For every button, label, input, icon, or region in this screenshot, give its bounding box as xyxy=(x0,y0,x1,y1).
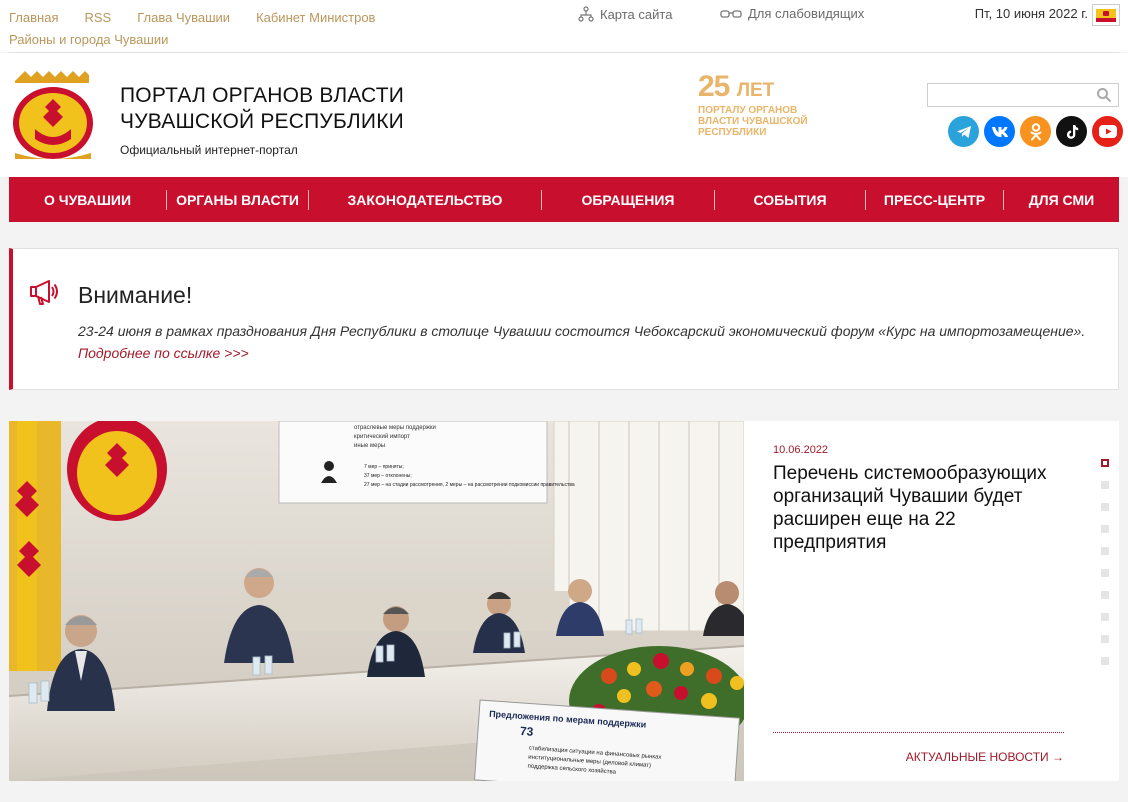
anniversary-line-3: РЕСПУБЛИКИ xyxy=(698,127,767,138)
news-title-link[interactable]: Перечень системообразующих организаций Ч… xyxy=(773,462,1064,554)
slider-dot[interactable] xyxy=(1101,569,1109,577)
news-date: 10.06.2022 xyxy=(773,444,829,456)
site-title-line-1: ПОРТАЛ ОРГАНОВ ВЛАСТИ xyxy=(120,84,405,107)
nav-item-authorities[interactable]: ОРГАНЫ ВЛАСТИ xyxy=(167,177,308,222)
top-links: Главная RSS Глава Чувашии Кабинет Министров… xyxy=(9,7,409,51)
telegram-icon[interactable] xyxy=(948,116,979,147)
sitemap-label: Карта сайта xyxy=(600,6,673,22)
top-link-home[interactable]: Главная xyxy=(9,7,58,29)
screen-bottom-number: 73 xyxy=(520,724,535,739)
actual-news-link[interactable]: АКТУАЛЬНЫЕ НОВОСТИ → xyxy=(906,750,1064,764)
notice-heading: Внимание! xyxy=(78,282,193,308)
slider-pagination xyxy=(1101,459,1110,679)
anniversary-unit: ЛЕТ xyxy=(736,80,775,101)
chuvash-flag-icon xyxy=(1096,8,1116,22)
top-bar: Главная RSS Глава Чувашии Кабинет Министров… xyxy=(0,0,1128,52)
slider-dot[interactable] xyxy=(1101,459,1109,467)
low-vision-label: Для слабовидящих xyxy=(748,6,865,21)
site-title-line-2: ЧУВАШСКОЙ РЕСПУБЛИКИ xyxy=(120,110,404,133)
sitemap-link[interactable]: Карта сайта xyxy=(578,6,672,22)
slider-dot[interactable] xyxy=(1101,525,1109,533)
megaphone-icon xyxy=(30,280,58,305)
top-link-rss[interactable]: RSS xyxy=(84,7,111,29)
anniversary-number: 25 xyxy=(698,70,730,103)
anniversary-number-row: 25 ЛЕТ xyxy=(698,70,848,105)
sitemap-icon xyxy=(578,6,594,22)
odnoklassniki-icon[interactable] xyxy=(1020,116,1051,147)
anniversary-line-2: ВЛАСТИ ЧУВАШСКОЙ xyxy=(698,116,808,127)
notice-text: 23-24 июня в рамках празднования Дня Рес… xyxy=(78,323,1086,339)
slider-dot[interactable] xyxy=(1101,547,1109,555)
language-flag-button[interactable] xyxy=(1092,4,1120,26)
vk-icon[interactable] xyxy=(984,116,1015,147)
slider-dot[interactable] xyxy=(1101,591,1109,599)
nav-item-about[interactable]: О ЧУВАШИИ xyxy=(9,177,166,222)
screen-line-2: критический импорт xyxy=(354,433,410,440)
youtube-icon[interactable] xyxy=(1092,116,1123,147)
top-link-cabinet[interactable]: Кабинет Министров xyxy=(256,7,375,29)
slider-dot[interactable] xyxy=(1101,657,1109,665)
low-vision-link[interactable]: Для слабовидящих xyxy=(720,6,864,21)
current-date: Пт, 10 июня 2022 г. xyxy=(974,6,1088,21)
news-slider: отраслевые меры поддержки критический им… xyxy=(9,421,1119,781)
news-divider xyxy=(773,732,1064,733)
news-photo[interactable]: отраслевые меры поддержки критический им… xyxy=(9,421,744,781)
anniversary-badge[interactable]: 25 ЛЕТ ПОРТАЛУ ОРГАНОВ ВЛАСТИ ЧУВАШСКОЙ … xyxy=(698,70,848,139)
slider-dot[interactable] xyxy=(1101,503,1109,511)
emblem-icon[interactable] xyxy=(9,69,97,161)
search-input[interactable] xyxy=(928,84,1088,106)
search-icon[interactable] xyxy=(1096,87,1112,103)
nav-item-media[interactable]: ДЛЯ СМИ xyxy=(1004,177,1119,222)
top-link-districts[interactable]: Районы и города Чувашии xyxy=(9,29,168,51)
tiktok-icon[interactable] xyxy=(1056,116,1087,147)
arrow-right-icon: → xyxy=(1052,750,1064,764)
attention-notice: Внимание! 23-24 июня в рамках празднован… xyxy=(9,248,1119,390)
nav-item-events[interactable]: СОБЫТИЯ xyxy=(715,177,865,222)
site-subtitle: Официальный интернет-портал xyxy=(120,143,298,157)
screen-line-1: отраслевые меры поддержки xyxy=(354,425,436,431)
news-content: 10.06.2022 Перечень системообразующих ор… xyxy=(773,421,1064,781)
slider-dot[interactable] xyxy=(1101,481,1109,489)
site-title[interactable]: ПОРТАЛ ОРГАНОВ ВЛАСТИ ЧУВАШСКОЙ РЕСПУБЛИ… xyxy=(120,83,404,135)
screen-line-3: иные меры xyxy=(354,443,385,449)
site-header: ПОРТАЛ ОРГАНОВ ВЛАСТИ ЧУВАШСКОЙ РЕСПУБЛИ… xyxy=(0,53,1128,177)
glasses-icon xyxy=(720,9,742,18)
top-link-head[interactable]: Глава Чувашии xyxy=(137,7,230,29)
actual-news-label: АКТУАЛЬНЫЕ НОВОСТИ xyxy=(905,750,1049,764)
nav-item-press-center[interactable]: ПРЕСС-ЦЕНТР xyxy=(866,177,1003,222)
anniversary-line-1: ПОРТАЛУ ОРГАНОВ xyxy=(698,105,798,116)
slider-dot[interactable] xyxy=(1101,613,1109,621)
main-nav: О ЧУВАШИИ ОРГАНЫ ВЛАСТИ ЗАКОНОДАТЕЛЬСТВО… xyxy=(9,177,1119,222)
nav-item-appeals[interactable]: ОБРАЩЕНИЯ xyxy=(542,177,714,222)
search-box xyxy=(927,83,1119,107)
social-links xyxy=(948,116,1123,147)
notice-more-link[interactable]: Подробнее по ссылке >>> xyxy=(78,342,249,364)
screen-stat-1: 7 мер – приняты; xyxy=(364,464,404,470)
news-photo-illustration: отраслевые меры поддержки критический им… xyxy=(9,421,744,781)
slider-dot[interactable] xyxy=(1101,635,1109,643)
screen-stat-2: 37 мер – отклонены; xyxy=(364,473,412,479)
nav-item-legislation[interactable]: ЗАКОНОДАТЕЛЬСТВО xyxy=(309,177,541,222)
screen-stat-3: 27 мер – на стадии рассмотрения, 2 меры … xyxy=(364,482,575,488)
